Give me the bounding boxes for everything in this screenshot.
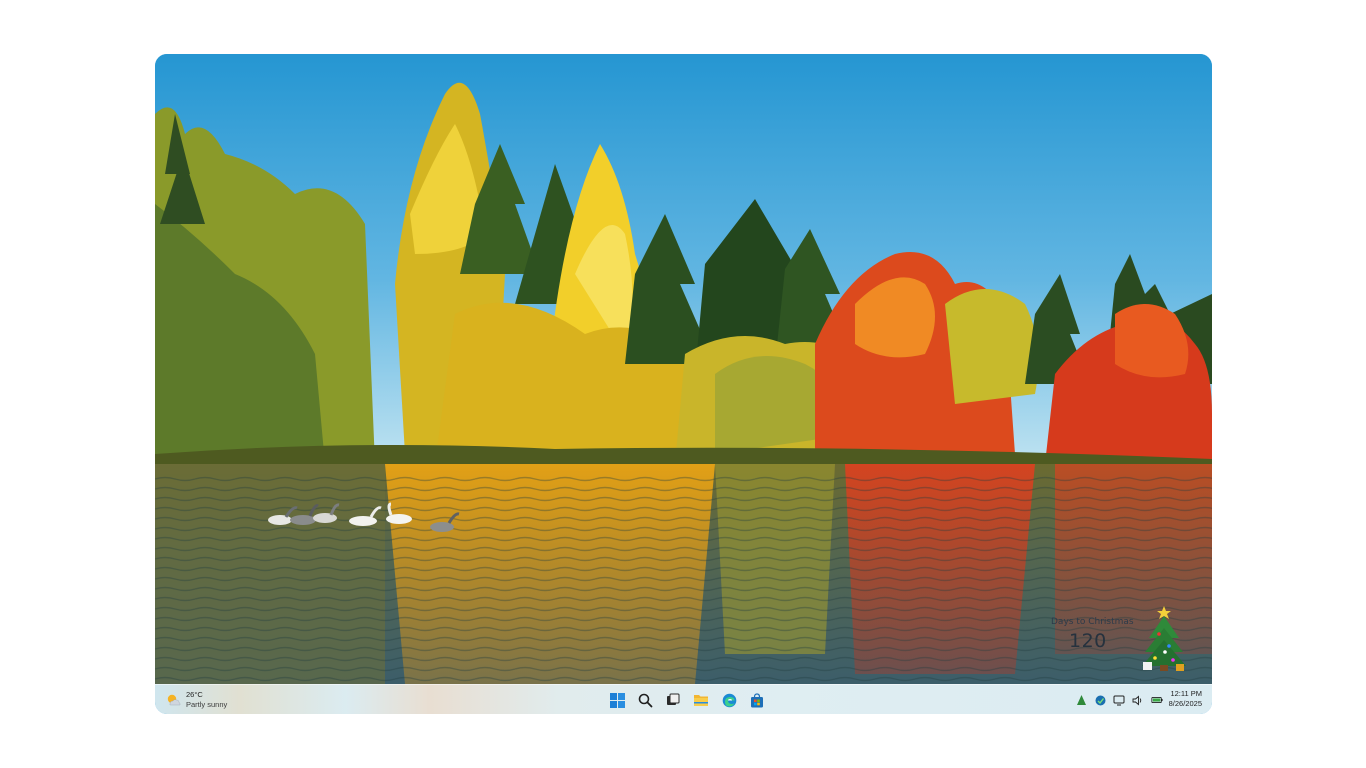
taskbar-apps (607, 690, 767, 710)
widget-count: 120 (1069, 630, 1107, 652)
store-button[interactable] (747, 690, 767, 710)
widget-label: Days to Christmas (1051, 617, 1134, 627)
task-view-icon (667, 693, 680, 705)
folder-icon (694, 695, 708, 706)
network-icon[interactable] (1113, 694, 1125, 706)
battery-icon[interactable] (1151, 694, 1163, 706)
search-button[interactable] (635, 690, 655, 710)
store-icon (751, 692, 763, 707)
days-to-christmas-widget[interactable]: Days to Christmas 120 (1035, 602, 1205, 678)
christmas-tree-tray-icon[interactable] (1075, 694, 1087, 706)
defender-icon[interactable] (1094, 694, 1106, 706)
task-view-button[interactable] (663, 690, 683, 710)
weather-temperature: 26°C (186, 690, 203, 699)
search-icon (638, 693, 652, 707)
christmas-tree-icon (1142, 606, 1186, 671)
edge-browser-icon (722, 693, 736, 707)
weather-condition: Partly sunny (186, 700, 228, 709)
volume-icon[interactable] (1132, 694, 1144, 706)
partly-sunny-icon (167, 694, 181, 706)
desktop-wallpaper (155, 54, 1212, 684)
start-button[interactable] (607, 690, 627, 710)
file-explorer-button[interactable] (691, 690, 711, 710)
system-tray (1075, 693, 1163, 707)
desktop-screen: Days to Christmas 120 26°C Partly sunny … (155, 54, 1212, 714)
windows-logo-icon (609, 692, 625, 708)
edge-browser-button[interactable] (719, 690, 739, 710)
clock-date: 8/26/2025 (1168, 699, 1202, 708)
clock-time: 12:11 PM (1170, 689, 1202, 698)
taskbar: 26°C Partly sunny 12:11 PM 8/26/2025 (155, 684, 1212, 714)
clock[interactable]: 12:11 PM 8/26/2025 (1169, 689, 1202, 709)
weather-widget[interactable]: 26°C Partly sunny (165, 689, 227, 711)
